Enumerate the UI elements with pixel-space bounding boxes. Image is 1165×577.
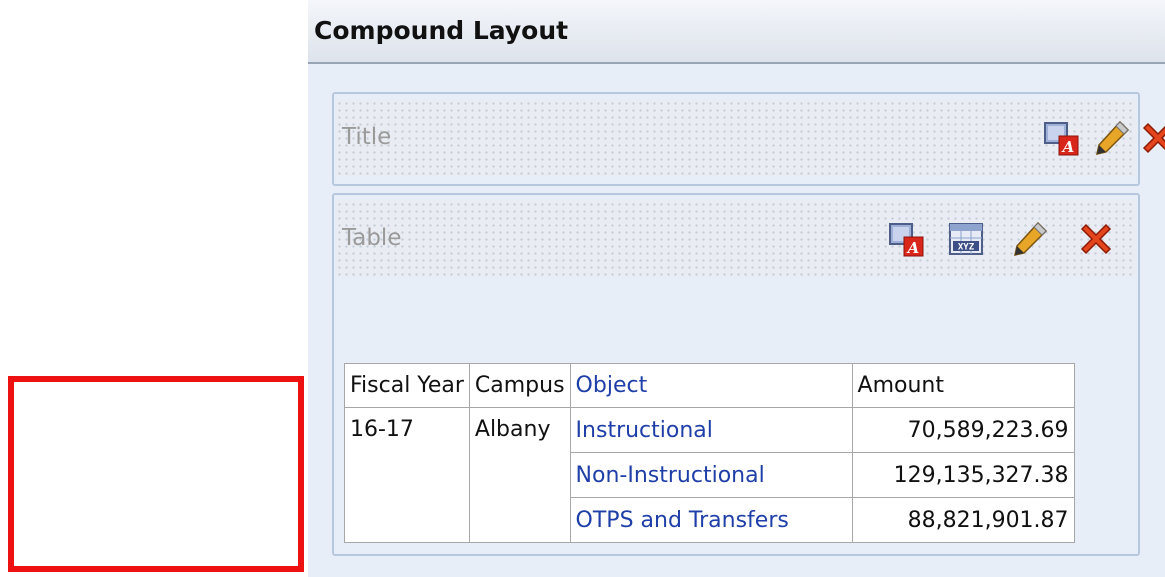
svg-text:A: A xyxy=(1061,138,1075,156)
edit-pencil-icon[interactable] xyxy=(1010,219,1050,259)
compound-layout-panel: Compound Layout Title A Table A XYZ Fisc… xyxy=(308,0,1165,577)
header-fiscal-year: Fiscal Year xyxy=(344,363,470,408)
format-view-icon[interactable]: A xyxy=(887,219,927,259)
panel-title: Compound Layout xyxy=(314,16,569,45)
title-view-toolbar: Title A xyxy=(336,100,1165,176)
table-properties-icon[interactable]: XYZ xyxy=(946,219,986,259)
title-view-label: Title xyxy=(342,124,392,150)
table-view-toolbar: Table A XYZ xyxy=(336,201,1136,277)
cell-fiscal-year: 16-17 xyxy=(344,407,470,543)
title-view: Title A xyxy=(332,92,1165,186)
cell-object-link[interactable]: Non-Instructional xyxy=(569,452,853,498)
cell-amount: 70,589,223.69 xyxy=(851,407,1075,453)
cell-amount: 88,821,901.87 xyxy=(851,497,1075,543)
table-row: 16-17 Albany Instructional 70,589,223.69 xyxy=(344,407,1075,543)
table-header-row: Fiscal Year Campus Object Amount xyxy=(344,363,1075,408)
table-view: Table A XYZ Fiscal Year Campus Object Am… xyxy=(332,193,1140,556)
delete-x-icon[interactable] xyxy=(1076,219,1116,259)
cell-object-link[interactable]: Instructional xyxy=(569,407,853,453)
svg-text:XYZ: XYZ xyxy=(958,243,975,253)
format-view-icon[interactable]: A xyxy=(1042,118,1082,158)
data-table: Fiscal Year Campus Object Amount 16-17 A… xyxy=(344,363,1075,543)
header-object[interactable]: Object xyxy=(569,363,853,408)
edit-pencil-icon[interactable] xyxy=(1092,118,1132,158)
table-view-label: Table xyxy=(342,225,402,251)
cell-object-link[interactable]: OTPS and Transfers xyxy=(569,497,853,543)
cell-amount: 129,135,327.38 xyxy=(851,452,1075,498)
header-amount: Amount xyxy=(851,363,1075,408)
svg-text:A: A xyxy=(906,239,920,257)
cell-campus: Albany xyxy=(468,407,571,543)
panel-header: Compound Layout xyxy=(308,0,1165,64)
highlight-box xyxy=(8,376,304,572)
delete-x-icon[interactable] xyxy=(1138,118,1165,158)
header-campus: Campus xyxy=(468,363,571,408)
